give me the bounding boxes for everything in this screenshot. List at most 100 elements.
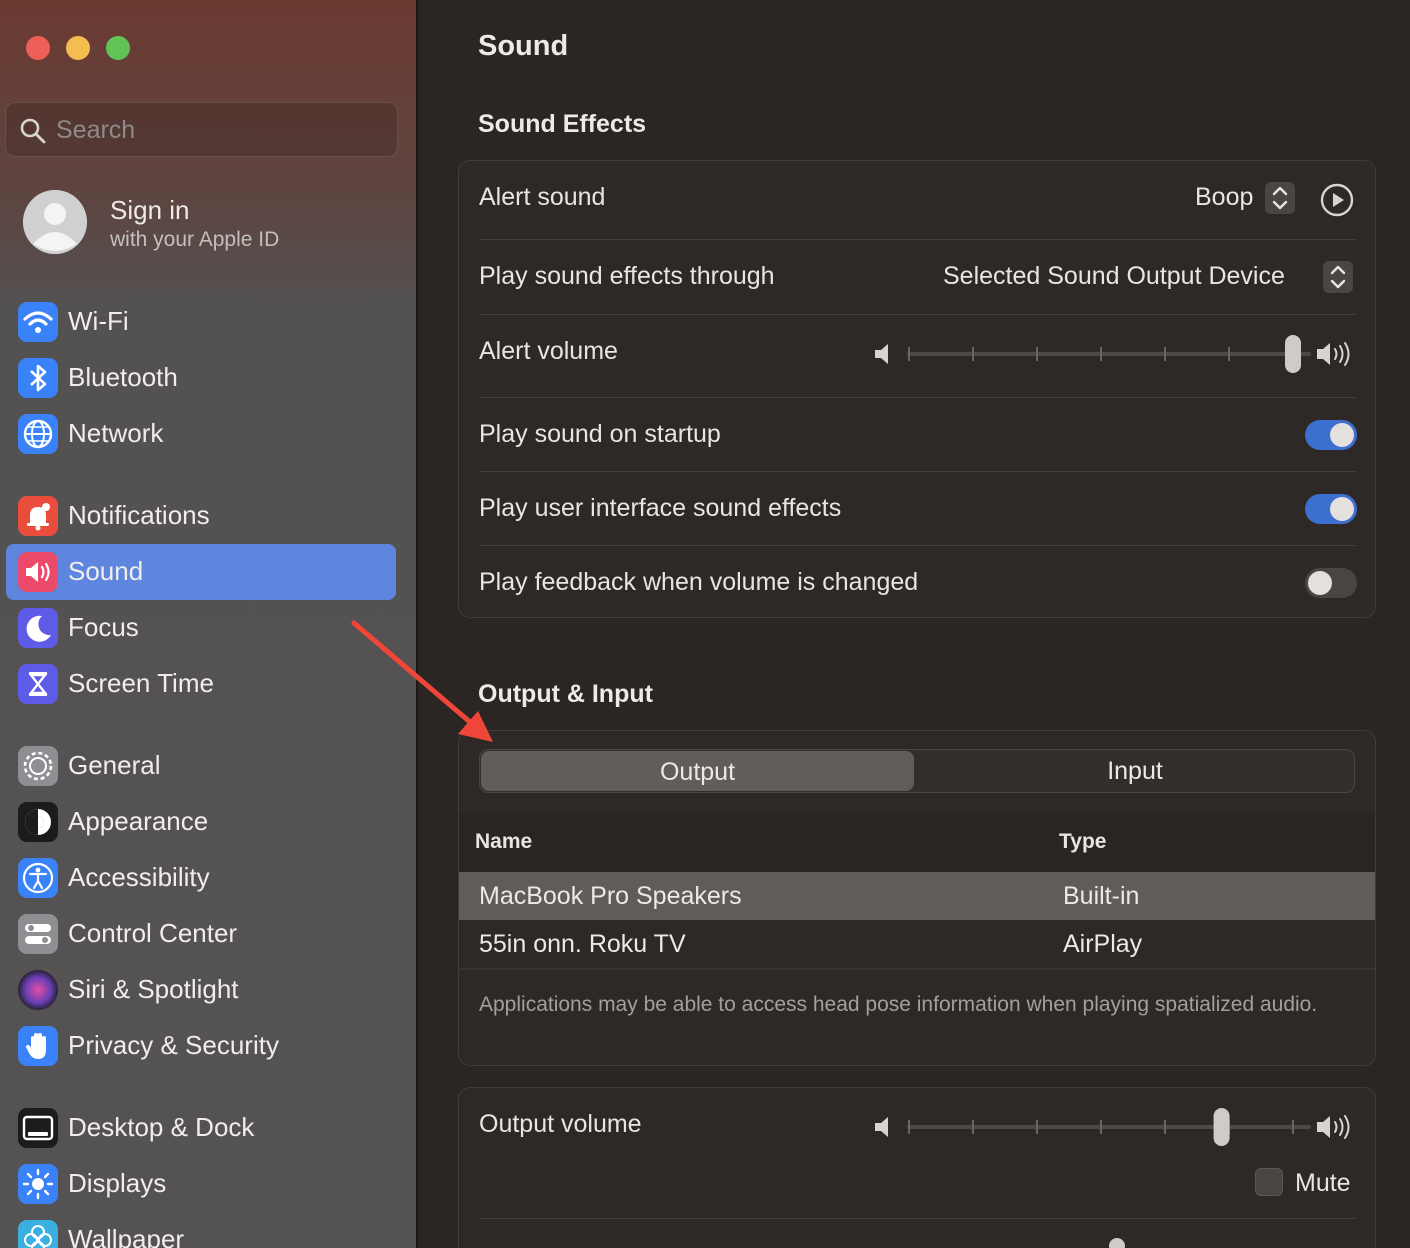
- appearance-icon: [18, 802, 58, 842]
- hand-icon: [18, 1026, 58, 1066]
- volume-feedback-label: Play feedback when volume is changed: [479, 568, 919, 596]
- output-volume-label: Output volume: [479, 1110, 642, 1138]
- ui-sounds-label: Play user interface sound effects: [479, 494, 842, 522]
- sidebar-item-label: Appearance: [68, 806, 209, 836]
- sidebar-item-displays[interactable]: Displays: [6, 1156, 396, 1212]
- bell-icon: [18, 496, 58, 536]
- alert-sound-row: Alert sound Boop: [479, 161, 1357, 239]
- sidebar-item-screen-time[interactable]: Screen Time: [6, 656, 396, 712]
- wallpaper-icon: [18, 1220, 58, 1248]
- sidebar-item-appearance[interactable]: Appearance: [6, 794, 396, 850]
- sidebar-item-label: Focus: [68, 612, 139, 642]
- table-row[interactable]: 55in onn. Roku TV AirPlay: [459, 920, 1375, 968]
- sidebar-item-sound[interactable]: Sound: [6, 544, 396, 600]
- apple-id-signin[interactable]: Sign in with your Apple ID: [23, 190, 403, 260]
- sidebar-item-label: Desktop & Dock: [68, 1112, 255, 1142]
- table-row[interactable]: MacBook Pro Speakers Built-in: [459, 872, 1375, 920]
- sidebar-item-label: Bluetooth: [68, 362, 178, 392]
- sidebar-item-bluetooth[interactable]: Bluetooth: [6, 350, 396, 406]
- head-pose-note: Applications may be able to access head …: [479, 993, 1318, 1016]
- sidebar-item-label: General: [68, 750, 161, 780]
- output-input-heading: Output & Input: [478, 680, 653, 708]
- device-type: Built-in: [1063, 882, 1140, 910]
- chevron-updown-icon: [1323, 261, 1353, 293]
- sidebar-item-label: Screen Time: [68, 668, 214, 698]
- play-through-popup[interactable]: Selected Sound Output Device: [941, 260, 1357, 296]
- sidebar-item-notifications[interactable]: Notifications: [6, 488, 396, 544]
- ui-sounds-toggle[interactable]: [1305, 494, 1357, 524]
- sidebar-item-privacy-security[interactable]: Privacy & Security: [6, 1018, 396, 1074]
- sun-icon: [18, 1164, 58, 1204]
- sidebar-item-desktop-dock[interactable]: Desktop & Dock: [6, 1100, 396, 1156]
- accessibility-icon: [18, 858, 58, 898]
- signin-title: Sign in: [110, 195, 190, 225]
- startup-sound-row: Play sound on startup: [479, 398, 1357, 471]
- avatar: [23, 190, 87, 254]
- tab-input[interactable]: Input: [916, 750, 1354, 792]
- alert-sound-label: Alert sound: [479, 183, 606, 211]
- sound-effects-heading: Sound Effects: [478, 110, 647, 138]
- alert-volume-label: Alert volume: [479, 337, 618, 365]
- moon-icon: [18, 608, 58, 648]
- sidebar-item-label: Control Center: [68, 918, 238, 948]
- startup-sound-label: Play sound on startup: [479, 420, 721, 448]
- hourglass-icon: [18, 664, 58, 704]
- sidebar-item-accessibility[interactable]: Accessibility: [6, 850, 396, 906]
- output-input-group: Output Input Name Type MacBook Pro Speak…: [458, 730, 1376, 1066]
- speaker-icon: [18, 552, 58, 592]
- sidebar-item-network[interactable]: Network: [6, 406, 396, 462]
- alert-volume-slider[interactable]: [903, 331, 1315, 377]
- play-through-row: Play sound effects through Selected Soun…: [479, 240, 1357, 314]
- sidebar-item-label: Siri & Spotlight: [68, 974, 239, 1004]
- alert-sound-popup[interactable]: Boop: [1193, 181, 1303, 217]
- person-icon: [23, 190, 87, 254]
- play-through-value: Selected Sound Output Device: [943, 262, 1285, 290]
- speaker-high-icon: [1317, 1115, 1350, 1139]
- mute-checkbox-row[interactable]: Mute: [1255, 1168, 1357, 1200]
- dock-icon: [18, 1108, 58, 1148]
- output-volume-group: Output volume Mute: [458, 1087, 1376, 1248]
- sound-effects-group: Alert sound Boop Play sound effects thro…: [458, 160, 1376, 618]
- startup-sound-toggle[interactable]: [1305, 420, 1357, 450]
- play-icon[interactable]: [1319, 182, 1355, 218]
- ui-sounds-row: Play user interface sound effects: [479, 472, 1357, 545]
- sidebar-item-control-center[interactable]: Control Center: [6, 906, 396, 962]
- search-input[interactable]: [56, 111, 376, 149]
- sidebar-item-focus[interactable]: Focus: [6, 600, 396, 656]
- minimize-button[interactable]: [66, 36, 90, 60]
- search-field[interactable]: [5, 102, 398, 157]
- chevron-updown-icon: [1265, 182, 1295, 214]
- play-through-label: Play sound effects through: [479, 262, 775, 290]
- device-name: MacBook Pro Speakers: [479, 882, 742, 910]
- zoom-button[interactable]: [106, 36, 130, 60]
- volume-feedback-toggle[interactable]: [1305, 568, 1357, 598]
- alert-sound-value: Boop: [1195, 183, 1254, 211]
- close-button[interactable]: [26, 36, 50, 60]
- globe-icon: [18, 414, 58, 454]
- divider: [459, 968, 1375, 970]
- column-name[interactable]: Name: [475, 830, 532, 854]
- sidebar-item-wallpaper[interactable]: Wallpaper: [6, 1212, 396, 1248]
- tab-output[interactable]: Output: [481, 751, 914, 791]
- bluetooth-icon: [18, 358, 58, 398]
- slider-thumb[interactable]: [1285, 335, 1301, 373]
- slider-thumb[interactable]: [1213, 1108, 1230, 1146]
- sidebar-item-label: Accessibility: [68, 862, 210, 892]
- sidebar-item-general[interactable]: General: [6, 738, 396, 794]
- speaker-low-icon: [875, 344, 888, 364]
- divider: [479, 1218, 1357, 1219]
- signin-subtitle: with your Apple ID: [110, 228, 280, 251]
- sidebar-item-label: Sound: [68, 556, 144, 586]
- sidebar-item-wifi[interactable]: Wi-Fi: [6, 294, 396, 350]
- sidebar-item-label: Network: [68, 418, 164, 448]
- search-icon: [20, 118, 46, 144]
- output-volume-slider[interactable]: [903, 1104, 1315, 1150]
- mute-checkbox[interactable]: [1255, 1168, 1283, 1196]
- slider-thumb[interactable]: [1109, 1238, 1125, 1248]
- output-input-segmented-control: Output Input: [479, 749, 1355, 793]
- gear-icon: [18, 746, 58, 786]
- sidebar-item-siri-spotlight[interactable]: Siri & Spotlight: [6, 962, 396, 1018]
- column-type[interactable]: Type: [1059, 830, 1106, 854]
- speaker-low-icon: [875, 1117, 888, 1137]
- alert-volume-row: Alert volume: [479, 315, 1357, 397]
